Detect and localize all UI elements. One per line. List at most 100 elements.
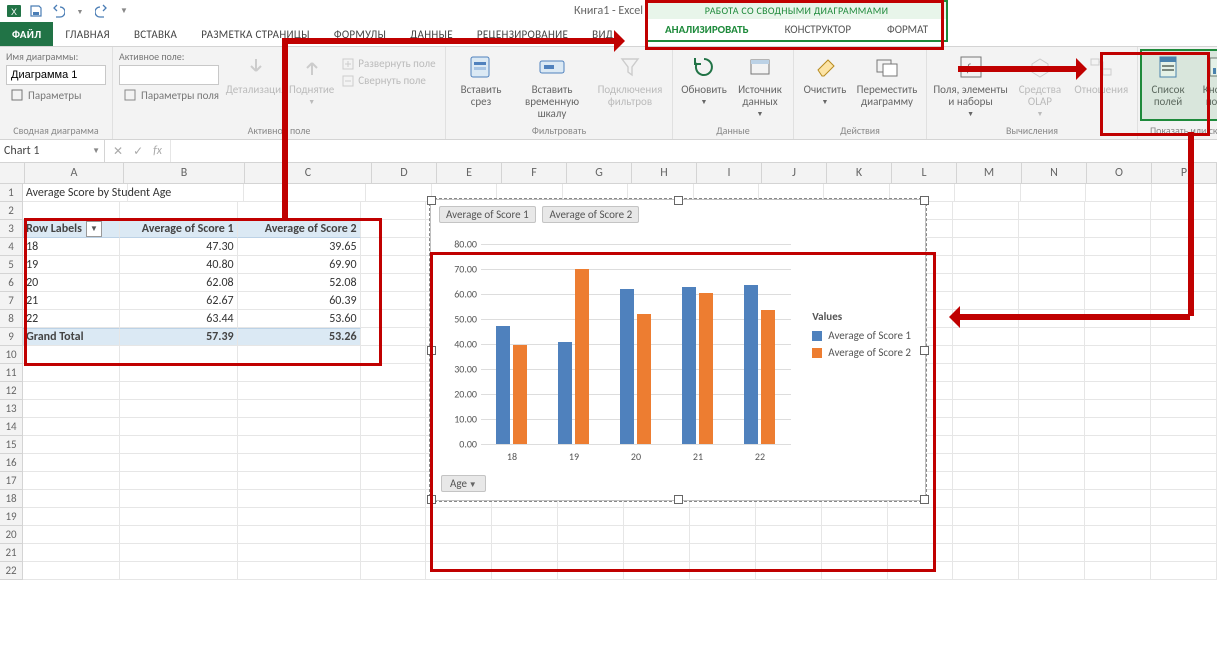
redo-icon[interactable] xyxy=(94,3,110,19)
cell[interactable] xyxy=(1019,508,1085,526)
cell[interactable]: 63.44 xyxy=(120,310,237,328)
row-header[interactable]: 20 xyxy=(0,526,23,544)
cell[interactable] xyxy=(1151,346,1217,364)
bar[interactable] xyxy=(558,342,572,444)
cell[interactable] xyxy=(1151,202,1217,220)
cell[interactable] xyxy=(361,562,427,580)
cell[interactable] xyxy=(361,400,427,418)
cell[interactable] xyxy=(1085,400,1151,418)
cell[interactable] xyxy=(953,400,1019,418)
cell[interactable] xyxy=(1151,364,1217,382)
cell[interactable] xyxy=(624,562,690,580)
cell[interactable] xyxy=(361,364,427,382)
cell[interactable] xyxy=(953,508,1019,526)
cell[interactable] xyxy=(624,526,690,544)
name-box[interactable]: Chart 1▼ xyxy=(0,140,105,162)
resize-handle[interactable] xyxy=(920,495,929,504)
cell[interactable] xyxy=(953,490,1019,508)
cell[interactable] xyxy=(953,220,1019,238)
select-all-triangle[interactable] xyxy=(0,163,25,183)
cell[interactable] xyxy=(1085,454,1151,472)
cell[interactable] xyxy=(238,418,361,436)
undo-icon[interactable] xyxy=(50,3,66,19)
cell[interactable] xyxy=(1151,418,1217,436)
cell[interactable] xyxy=(1151,400,1217,418)
cell[interactable] xyxy=(238,382,361,400)
row-header[interactable]: 16 xyxy=(0,454,23,472)
axis-field-button[interactable]: Age xyxy=(441,475,486,492)
cell[interactable] xyxy=(120,364,237,382)
cell[interactable] xyxy=(1021,184,1086,202)
pivot-row-labels-header[interactable]: Row Labels▼ xyxy=(23,220,120,238)
cell[interactable] xyxy=(1151,526,1217,544)
filter-dropdown-icon[interactable]: ▼ xyxy=(86,221,102,237)
cell[interactable] xyxy=(23,346,120,364)
cell[interactable] xyxy=(1019,472,1085,490)
cell[interactable]: 40.80 xyxy=(120,256,237,274)
cell[interactable] xyxy=(1019,346,1085,364)
cell[interactable] xyxy=(1019,490,1085,508)
cell[interactable] xyxy=(1019,436,1085,454)
cell[interactable] xyxy=(120,418,237,436)
cell[interactable]: 21 xyxy=(23,292,120,310)
row-header[interactable]: 3 xyxy=(0,220,23,238)
bar[interactable] xyxy=(496,326,510,444)
cell[interactable] xyxy=(1151,328,1217,346)
cell[interactable] xyxy=(953,454,1019,472)
tab-design[interactable]: КОНСТРУКТОР xyxy=(767,19,869,40)
cell[interactable] xyxy=(1019,526,1085,544)
row-header[interactable]: 18 xyxy=(0,490,23,508)
cell[interactable]: Average of Score 2 xyxy=(238,220,361,238)
cell[interactable] xyxy=(1151,544,1217,562)
cell[interactable] xyxy=(1151,454,1217,472)
cell[interactable]: 62.08 xyxy=(120,274,237,292)
cell[interactable]: 47.30 xyxy=(120,238,237,256)
qat-customize-icon[interactable]: ▼ xyxy=(116,3,132,19)
bar[interactable] xyxy=(761,310,775,444)
cell[interactable] xyxy=(690,562,756,580)
cell[interactable] xyxy=(1019,400,1085,418)
cell[interactable] xyxy=(1019,364,1085,382)
cell[interactable] xyxy=(1151,490,1217,508)
cell[interactable] xyxy=(1152,184,1217,202)
cell[interactable] xyxy=(953,562,1019,580)
move-chart-button[interactable]: Переместить диаграмму xyxy=(854,50,920,108)
cell[interactable] xyxy=(361,544,427,562)
cell[interactable]: 18 xyxy=(23,238,120,256)
cell[interactable] xyxy=(492,526,558,544)
pivot-chart[interactable]: Average of Score 1 Average of Score 2 0.… xyxy=(430,199,926,501)
value-field-button-2[interactable]: Average of Score 2 xyxy=(542,206,639,223)
cell[interactable] xyxy=(361,292,427,310)
cell[interactable] xyxy=(1019,454,1085,472)
cell[interactable] xyxy=(426,508,492,526)
column-header[interactable]: A xyxy=(25,163,124,183)
tab-format[interactable]: ФОРМАТ xyxy=(869,19,946,40)
cell[interactable] xyxy=(361,328,427,346)
resize-handle[interactable] xyxy=(920,196,929,205)
column-header[interactable]: C xyxy=(245,163,372,183)
row-header[interactable]: 7 xyxy=(0,292,23,310)
cell[interactable] xyxy=(1085,472,1151,490)
column-header[interactable]: D xyxy=(372,163,437,183)
cell[interactable] xyxy=(238,562,361,580)
cell[interactable]: 62.67 xyxy=(120,292,237,310)
cell[interactable] xyxy=(1085,346,1151,364)
cell[interactable] xyxy=(953,328,1019,346)
row-header[interactable]: 14 xyxy=(0,418,23,436)
fields-items-sets-button[interactable]: fxПоля, элементы и наборы▼ xyxy=(933,50,1008,118)
cell[interactable] xyxy=(1019,256,1085,274)
cell[interactable] xyxy=(361,526,427,544)
cell[interactable]: 22 xyxy=(23,310,120,328)
bar[interactable] xyxy=(744,285,758,444)
cell[interactable] xyxy=(1085,490,1151,508)
cell[interactable] xyxy=(1085,436,1151,454)
cell[interactable] xyxy=(238,400,361,418)
column-header[interactable]: I xyxy=(697,163,762,183)
cell[interactable] xyxy=(238,454,361,472)
cell[interactable]: 20 xyxy=(23,274,120,292)
cell[interactable] xyxy=(238,364,361,382)
cell[interactable] xyxy=(1085,328,1151,346)
cell[interactable] xyxy=(822,562,888,580)
cell[interactable]: 52.08 xyxy=(238,274,361,292)
cell[interactable] xyxy=(361,418,427,436)
